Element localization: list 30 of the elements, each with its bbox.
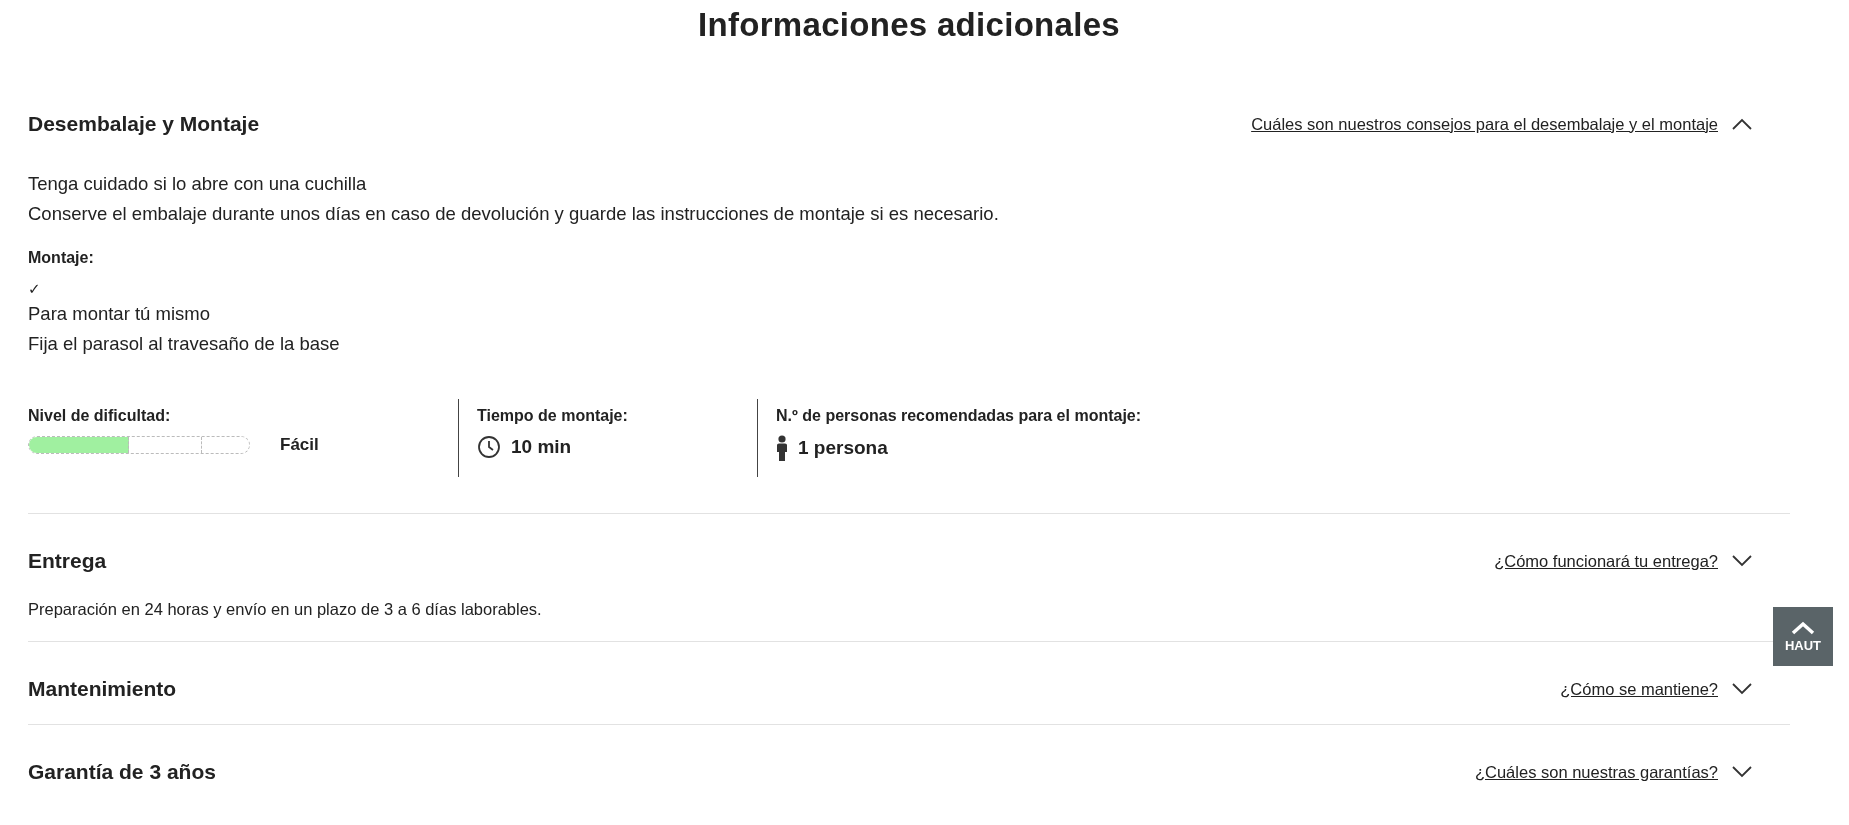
section-heading: Garantía de 3 años	[28, 760, 217, 784]
section-link[interactable]: Cuáles son nuestros consejos para el desembalaje y el montaje	[1251, 114, 1718, 134]
section-link[interactable]: ¿Cuáles son nuestras garantías?	[1474, 762, 1718, 782]
section-link[interactable]: ¿Cómo se mantiene?	[1560, 679, 1718, 699]
section-heading: Entrega	[28, 549, 108, 573]
difficulty-value: Fácil	[280, 435, 319, 455]
section-link[interactable]: ¿Cómo funcionará tu entrega?	[1494, 551, 1718, 571]
stat-label: Nivel de dificultad:	[28, 406, 172, 425]
section-heading: Desembalaje y Montaje	[28, 112, 261, 136]
page-title: Informaciones adicionales	[697, 5, 1121, 45]
chevron-up-icon[interactable]	[1732, 118, 1752, 130]
clock-icon	[477, 435, 501, 459]
assembly-label: Montaje:	[28, 249, 95, 267]
person-icon	[776, 435, 788, 461]
people-value: 1 persona	[798, 437, 888, 459]
chevron-down-icon[interactable]	[1732, 683, 1752, 695]
back-to-top-button[interactable]: HAUT	[1773, 607, 1833, 666]
stat-label: Tiempo de montaje:	[477, 406, 629, 425]
delivery-text: Preparación en 24 horas y envío en un plazo de 3 a 6 días laborables.	[28, 600, 543, 619]
body-text: Tenga cuidado si lo abre con una cuchilla	[28, 172, 368, 196]
body-text: Conserve el embalaje durante unos días en caso de devolución y guarde las instrucciones de montaje si es necesario.	[28, 202, 1000, 226]
time-value: 10 min	[511, 436, 572, 458]
chevron-down-icon[interactable]	[1732, 555, 1752, 567]
assembly-text: Fija el parasol al travesaño de la base	[28, 332, 341, 356]
check-mark: ✓	[28, 279, 42, 299]
section-heading: Mantenimiento	[28, 677, 178, 701]
assembly-text: Para montar tú mismo	[28, 302, 211, 326]
stat-label: N.º de personas recomendadas para el montaje:	[776, 406, 1143, 425]
chevron-down-icon[interactable]	[1732, 766, 1752, 778]
caret-up-icon	[1791, 620, 1815, 635]
